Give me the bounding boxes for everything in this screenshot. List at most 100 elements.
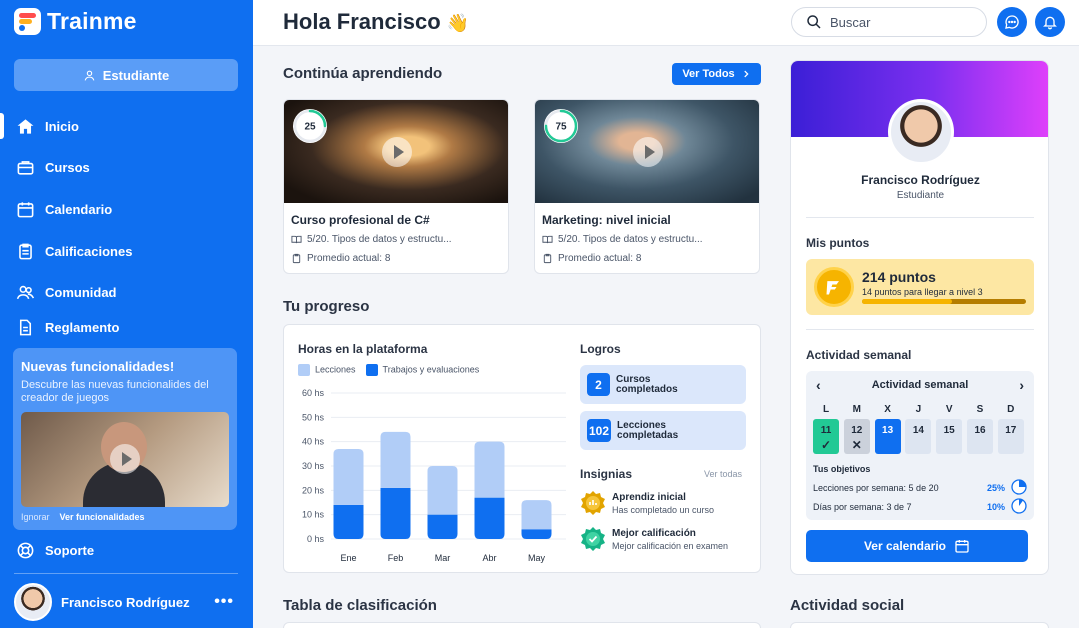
promo-card: Nuevas funcionalidades! Descubre las nue… — [13, 348, 237, 530]
bar-segment[interactable] — [427, 514, 458, 539]
y-tick-label: 30 hs — [302, 461, 325, 471]
achievement-count: 2 — [587, 373, 610, 396]
course-lesson-text: 5/20. Tipos de datos y estructu... — [558, 234, 703, 245]
sidebar-user[interactable]: Francisco Rodríguez ••• — [14, 582, 238, 622]
bar-segment[interactable] — [380, 487, 411, 539]
role-button[interactable]: Estudiante — [14, 59, 238, 91]
users-icon — [16, 285, 35, 299]
play-icon[interactable] — [382, 137, 412, 167]
objective-row: Lecciones por semana: 5 de 20 25% — [813, 479, 1027, 495]
promo-see-link[interactable]: Ver funcionalidades — [60, 512, 145, 522]
achievement-card[interactable]: 2 Cursos completados — [580, 365, 746, 404]
book-icon — [291, 235, 302, 244]
bell-icon — [1043, 16, 1057, 30]
role-button-label: Estudiante — [102, 67, 170, 83]
search-input[interactable] — [830, 14, 960, 30]
sidebar-item-calendario[interactable]: Calendario — [0, 194, 253, 224]
bar-segment[interactable] — [521, 529, 552, 539]
profile-role: Estudiante — [896, 190, 945, 201]
bar-segment[interactable] — [521, 500, 552, 530]
view-calendar-button[interactable]: Ver calendario — [806, 530, 1028, 562]
course-progress-value: 75 — [555, 122, 567, 133]
day-number: 14 — [912, 425, 924, 436]
chat-button[interactable] — [997, 7, 1027, 37]
notifications-button[interactable] — [1035, 7, 1065, 37]
chevron-right-icon[interactable]: › — [1019, 377, 1024, 393]
continue-title: Continúa aprendiendo — [283, 65, 443, 82]
clipboard-icon — [19, 243, 32, 259]
course-average: Promedio actual: 8 — [291, 253, 390, 264]
achievement-label: Lecciones completadas — [617, 419, 679, 441]
search-box[interactable] — [791, 7, 987, 37]
x-tick-label: Ene — [340, 553, 356, 563]
sidebar-item-cursos[interactable]: Cursos — [0, 152, 253, 182]
progress-title: Tu progreso — [283, 298, 370, 315]
objective-pie-icon — [1011, 498, 1027, 514]
weekday-label: M — [852, 404, 861, 415]
more-options-icon[interactable]: ••• — [214, 593, 234, 611]
course-lesson: 5/20. Tipos de datos y estructu... — [291, 234, 452, 245]
course-average-text: Promedio actual: 8 — [307, 253, 391, 264]
y-tick-label: 0 hs — [307, 534, 325, 544]
weekday-label: V — [945, 404, 953, 415]
app-root: Trainme Estudiante Inicio Cursos Calenda… — [0, 0, 1079, 628]
sidebar-item-calificaciones[interactable]: Calificaciones — [0, 236, 253, 266]
promo-ignore-link[interactable]: Ignorar — [21, 512, 50, 522]
bar-segment[interactable] — [333, 504, 364, 539]
objective-percent: 25% — [986, 483, 1005, 493]
sidebar-divider — [14, 573, 238, 574]
objective-row: Días por semana: 3 de 7 10% — [813, 498, 1027, 514]
briefcase-icon — [17, 160, 34, 175]
user-icon — [84, 70, 95, 81]
achievement-card[interactable]: 102 Lecciones completadas — [580, 411, 746, 450]
sidebar-item-inicio[interactable]: Inicio — [0, 111, 253, 141]
sidebar-item-soporte[interactable]: Soporte — [0, 535, 253, 565]
course-average: Promedio actual: 8 — [542, 253, 641, 264]
bar-segment[interactable] — [380, 431, 411, 488]
weekday-label: J — [915, 404, 922, 415]
day-number: 15 — [943, 425, 955, 436]
x-tick-label: Abr — [482, 553, 496, 563]
promo-video[interactable] — [21, 412, 229, 507]
day-cell[interactable]: 17 — [997, 419, 1024, 454]
badge-item[interactable]: Mejor calificación Mejor calificación en … — [580, 526, 728, 552]
day-cell[interactable]: 14 — [905, 419, 932, 454]
x-tick-label: Feb — [388, 553, 404, 563]
book-icon — [542, 235, 553, 244]
course-card[interactable]: 75 Marketing: nivel inicial 5/20. Tipos … — [534, 99, 760, 274]
divider — [806, 329, 1034, 330]
chevron-left-icon[interactable]: ‹ — [816, 377, 821, 393]
page-title: Hola Francisco 👋 — [283, 9, 469, 35]
badge-title: Mejor calificación — [612, 527, 696, 539]
course-title: Marketing: nivel inicial — [542, 213, 671, 227]
badges-see-all-link[interactable]: Ver todas — [704, 469, 742, 479]
sidebar-item-comunidad[interactable]: Comunidad — [0, 277, 253, 307]
day-cell[interactable]: 13 — [874, 419, 901, 454]
lifebuoy-icon — [17, 542, 34, 558]
search-icon — [807, 15, 821, 29]
bar-segment[interactable] — [333, 448, 364, 505]
play-icon[interactable] — [633, 137, 663, 167]
bar-segment[interactable] — [427, 466, 458, 515]
day-cell[interactable]: 12 ✕ — [843, 419, 870, 454]
sidebar-item-reglamento[interactable]: Reglamento — [0, 312, 253, 342]
badge-desc: Has completado un curso — [612, 504, 715, 515]
weekly-title: Actividad semanal — [806, 348, 912, 362]
logo[interactable]: Trainme — [14, 8, 137, 35]
day-cell[interactable]: 16 — [967, 419, 993, 454]
sidebar-user-name: Francisco Rodríguez — [61, 594, 190, 610]
x-tick-label: Mar — [435, 553, 451, 563]
bar-segment[interactable] — [474, 497, 505, 539]
play-icon[interactable] — [110, 444, 140, 474]
course-card[interactable]: 25 Curso profesional de C# 5/20. Tipos d… — [283, 99, 509, 274]
objectives-title: Tus objetivos — [813, 464, 871, 474]
bar-segment[interactable] — [474, 441, 505, 498]
clipboard-icon — [292, 253, 301, 264]
course-progress-value: 25 — [304, 122, 316, 133]
chevron-right-icon — [743, 70, 749, 78]
badge-item[interactable]: Aprendiz inicial Has completado un curso — [580, 490, 714, 516]
day-cell[interactable]: 11 ✓ — [813, 419, 839, 454]
see-all-button[interactable]: Ver Todos — [672, 63, 761, 85]
day-cell[interactable]: 15 — [936, 419, 963, 454]
calendar-icon — [17, 201, 34, 217]
